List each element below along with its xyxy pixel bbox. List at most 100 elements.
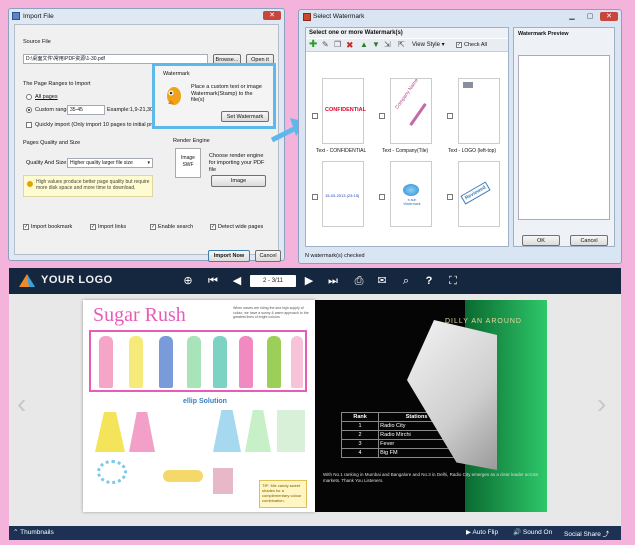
cancel-button[interactable]: Cancel xyxy=(570,235,608,246)
import-links-checkbox[interactable]: ✓ xyxy=(90,224,96,230)
close-button[interactable]: ✕ xyxy=(600,12,618,21)
import-icon[interactable]: ⇲ xyxy=(384,39,391,51)
page-title: Sugar Rush xyxy=(93,304,186,326)
quality-select-value: Higher quality larger file size xyxy=(70,160,133,166)
first-page-icon[interactable]: ⏮ xyxy=(206,274,220,288)
logo-icon xyxy=(463,82,473,88)
wm-thumb-company[interactable]: Company Name xyxy=(390,78,432,144)
cancel-button[interactable]: Cancel xyxy=(255,250,281,262)
detect-wide-checkbox[interactable]: ✓ xyxy=(210,224,216,230)
table-cell: 2 xyxy=(340,430,380,440)
maximize-button[interactable]: ▢ xyxy=(583,12,597,21)
scarf-item xyxy=(213,468,233,494)
wm-item-checkbox[interactable] xyxy=(447,194,453,200)
brand-watermark: ellip Solution xyxy=(183,398,227,405)
quality-label: Quality And Size: xyxy=(26,160,68,166)
model-figure xyxy=(267,336,281,388)
model-figure xyxy=(159,336,173,388)
social-share-button[interactable]: Social Share ⤴ xyxy=(564,528,609,538)
quality-select[interactable]: Higher quality larger file size ▾ xyxy=(67,158,153,168)
export-icon[interactable]: ⇱ xyxy=(398,39,405,51)
right-page: DILLY AN AROUND Rank Stations 1 Radio Cit… xyxy=(315,300,547,512)
watermark-desc: Place a custom text or image Watermark(S… xyxy=(191,84,262,103)
social-share-label: Social Share xyxy=(564,531,601,538)
move-down-icon[interactable]: ▼ xyxy=(372,39,380,51)
page-ranges-heading: The Page Ranges to Import xyxy=(23,81,91,87)
viewer-bottom-bar: ⌃ Thumbnails ▶ Auto Flip 🔊 Sound On Soci… xyxy=(9,526,621,540)
next-page-icon[interactable]: ▶ xyxy=(302,274,316,288)
email-icon[interactable]: ✉ xyxy=(375,274,389,288)
bag-item xyxy=(163,470,203,482)
table-cell: Fever xyxy=(378,439,455,449)
render-engine-desc: Choose render engine for importing your … xyxy=(209,153,265,173)
thumbnails-button[interactable]: ⌃ Thumbnails xyxy=(13,528,54,536)
search-icon[interactable]: ⌕ xyxy=(399,274,413,288)
wm-thumb-date[interactable]: 15-03-2013 (23:15) xyxy=(322,161,364,227)
view-style-button[interactable]: View Style ▾ xyxy=(412,41,445,50)
print-icon[interactable]: ⎙ xyxy=(352,274,366,288)
wm-item-checkbox[interactable] xyxy=(379,113,385,119)
previous-page-icon[interactable]: ◀ xyxy=(230,274,244,288)
close-button[interactable]: ✕ xyxy=(263,11,281,20)
wm-item-checkbox[interactable] xyxy=(312,194,318,200)
ok-button[interactable]: OK xyxy=(522,235,560,246)
watermark-preview-panel: Watermark Preview OK Cancel xyxy=(513,27,615,247)
import-bookmark-checkbox[interactable]: ✓ xyxy=(23,224,29,230)
custom-range-radio[interactable] xyxy=(26,107,32,113)
range-input[interactable]: 35-45 xyxy=(67,105,105,115)
wm-item-checkbox[interactable] xyxy=(312,113,318,119)
preview-canvas xyxy=(518,55,610,220)
sound-button[interactable]: 🔊 Sound On xyxy=(513,528,552,536)
render-engine-heading: Render Engine xyxy=(173,138,210,144)
watermark-icon xyxy=(165,83,183,107)
copy-icon[interactable]: ❐ xyxy=(334,39,341,51)
import-now-button[interactable]: Import Now xyxy=(208,250,250,262)
model-figure xyxy=(129,336,143,388)
viewer-logo-text: YOUR LOGO xyxy=(41,274,113,286)
flipbook-viewer: YOUR LOGO ⊕ ⏮ ◀ 2 - 3/11 ▶ ⏭ ⎙ ✉ ⌕ ? ⛶ ‹… xyxy=(9,268,621,540)
wm-thumb-image[interactable]: e-sun Watermark xyxy=(390,161,432,227)
detect-wide-label: Detect wide pages xyxy=(218,224,264,230)
set-watermark-button[interactable]: Set Watermark xyxy=(221,111,269,122)
wm-item-checkbox[interactable] xyxy=(379,194,385,200)
custom-range-label: Custom range: xyxy=(35,107,72,113)
all-pages-radio[interactable] xyxy=(26,94,32,100)
wm-item-label: Text - LOGO (left-top) xyxy=(448,148,497,154)
last-page-icon[interactable]: ⏭ xyxy=(326,274,340,288)
dress-item xyxy=(129,412,155,452)
enable-search-checkbox[interactable]: ✓ xyxy=(150,224,156,230)
auto-flip-label: Auto Flip xyxy=(472,529,499,536)
sound-label: Sound On xyxy=(522,529,553,536)
page-indicator-input[interactable]: 2 - 3/11 xyxy=(250,275,296,287)
wm-thumb-confidential[interactable]: CONFIDENTIAL xyxy=(322,78,366,144)
render-engine-icon: Image SWF xyxy=(175,148,201,178)
minimize-button[interactable]: ▁ xyxy=(565,12,579,21)
globe-icon xyxy=(403,184,419,196)
quality-hint-box: High values produce better page quality … xyxy=(23,175,153,197)
chevron-down-icon: ▾ xyxy=(147,160,150,166)
add-icon[interactable]: ✚ xyxy=(309,39,317,51)
help-icon[interactable]: ? xyxy=(422,274,436,288)
app-icon xyxy=(303,13,311,21)
delete-icon[interactable]: ✖ xyxy=(346,39,354,51)
fullscreen-icon[interactable]: ⛶ xyxy=(446,274,460,288)
wm-item-checkbox[interactable] xyxy=(447,113,453,119)
check-all-checkbox[interactable]: ✓ xyxy=(456,42,462,48)
next-arrow-icon[interactable]: › xyxy=(597,388,606,420)
wm-thumb-logo[interactable] xyxy=(458,78,500,144)
image-render-button[interactable]: Image xyxy=(211,175,266,187)
wm-thumb-stamp[interactable]: Reviewed xyxy=(458,161,500,227)
auto-flip-button[interactable]: ▶ Auto Flip xyxy=(466,528,498,536)
tip-box: TIP: Mix candy-sweet shades for a comple… xyxy=(259,480,307,508)
quickly-import-checkbox[interactable] xyxy=(26,122,32,128)
previous-arrow-icon[interactable]: ‹ xyxy=(17,388,26,420)
dress-item xyxy=(213,410,241,452)
necklace-item xyxy=(97,460,127,484)
move-up-icon[interactable]: ▲ xyxy=(360,39,368,51)
quality-heading: Pages Quality and Size xyxy=(23,140,81,146)
wm-dialog-title: Select Watermark xyxy=(313,13,365,20)
edit-icon[interactable]: ✎ xyxy=(322,39,329,51)
zoom-in-icon[interactable]: ⊕ xyxy=(181,274,195,288)
dialog-title: Import File xyxy=(23,13,54,20)
table-row: 3 Fever xyxy=(340,439,455,449)
